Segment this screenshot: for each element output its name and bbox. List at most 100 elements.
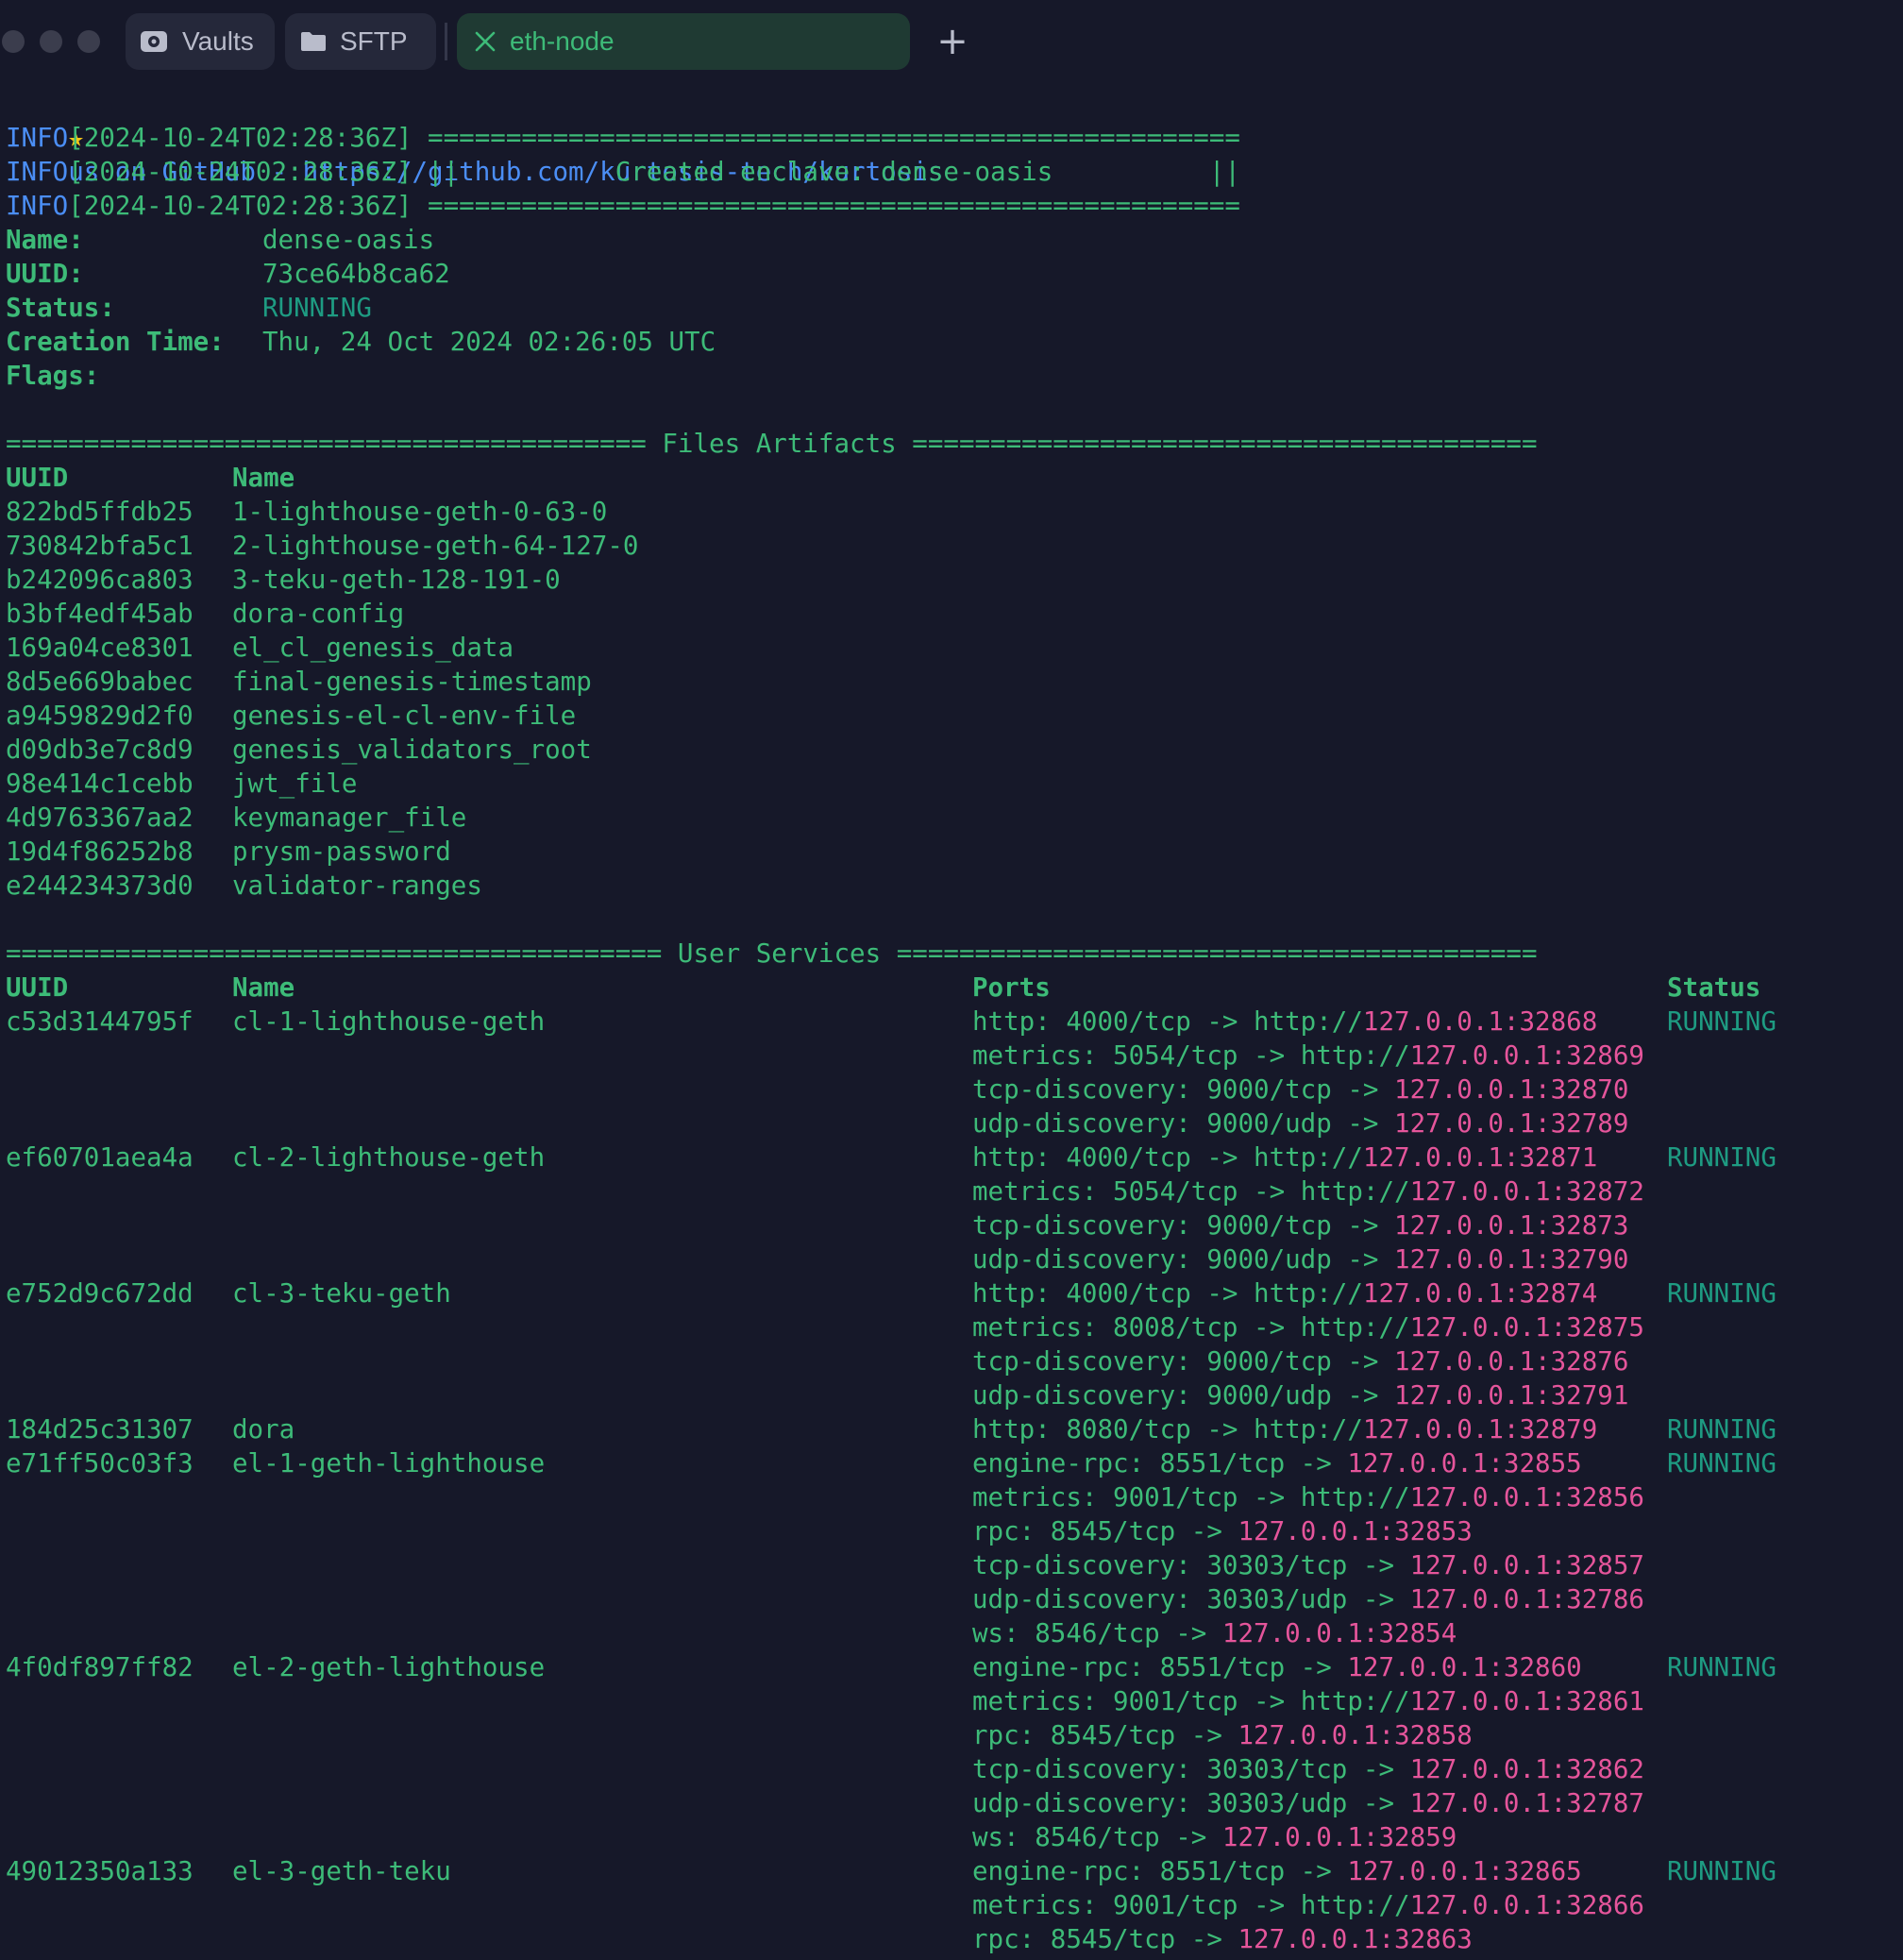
info-text: [2024-10-24T02:28:36Z] =================…: [68, 123, 1240, 153]
field-label: Creation Time:: [6, 327, 225, 357]
url-scheme: http://: [1300, 1312, 1410, 1343]
files-artifacts-header: ========================================…: [6, 429, 1538, 459]
port-mapping: udp-discovery: 30303/udp -> 127.0.0.1:32…: [972, 1582, 1644, 1616]
service-uuid: 49012350a133: [6, 1856, 194, 1886]
tab-bar: Vaults SFTP eth-node +: [0, 0, 1903, 85]
artifact-name: 3-teku-geth-128-191-0: [232, 565, 561, 595]
port-mapping: http: 4000/tcp -> http://127.0.0.1:32871: [972, 1141, 1597, 1174]
service-port-row: metrics: 9001/tcp -> http://127.0.0.1:32…: [6, 1684, 1903, 1718]
port-label: udp-discovery: 30303/udp ->: [972, 1584, 1410, 1614]
port-target: 127.0.0.1:32865: [1347, 1856, 1582, 1886]
tab-vaults[interactable]: Vaults: [126, 13, 275, 70]
column-header-uuid: UUID: [6, 463, 69, 493]
port-target-link[interactable]: 127.0.0.1:32866: [1410, 1890, 1644, 1920]
port-label: http: 8080/tcp ->: [972, 1414, 1255, 1445]
port-label: tcp-discovery: 30303/tcp ->: [972, 1754, 1410, 1784]
port-target-link[interactable]: 127.0.0.1:32874: [1363, 1278, 1597, 1309]
port-target-link[interactable]: 127.0.0.1:32856: [1410, 1482, 1644, 1512]
service-port-row: udp-discovery: 30303/udp -> 127.0.0.1:32…: [6, 1786, 1903, 1820]
service-uuid: e752d9c672dd: [6, 1278, 194, 1309]
service-status: RUNNING: [1667, 1414, 1777, 1445]
enclave-creation-row: Creation Time: Thu, 24 Oct 2024 02:26:05 …: [6, 325, 1903, 359]
artifact-name: el_cl_genesis_data: [232, 633, 514, 663]
port-mapping: tcp-discovery: 30303/tcp -> 127.0.0.1:32…: [972, 1752, 1644, 1786]
port-target: 127.0.0.1:32876: [1394, 1346, 1629, 1377]
port-target-link[interactable]: 127.0.0.1:32861: [1410, 1686, 1644, 1716]
port-label: tcp-discovery: 9000/tcp ->: [972, 1346, 1395, 1377]
port-target: 127.0.0.1:32863: [1238, 1924, 1473, 1954]
column-header-name: Name: [232, 463, 295, 493]
port-target-link[interactable]: 127.0.0.1:32875: [1410, 1312, 1644, 1343]
info-line: INFO[2024-10-24T02:28:36Z] || Created en…: [6, 155, 1903, 189]
service-row: ef60701aea4a cl-2-lighthouse-geth http: 40…: [6, 1141, 1903, 1174]
port-label: rpc: 8545/tcp ->: [972, 1516, 1238, 1546]
tab-eth-node[interactable]: eth-node: [457, 13, 910, 70]
user-services-header: ========================================…: [6, 938, 1538, 969]
port-target: 127.0.0.1:32786: [1409, 1584, 1644, 1614]
column-header-uuid: UUID: [6, 972, 69, 1003]
service-port-row: ws: 8546/tcp -> 127.0.0.1:32854: [6, 1616, 1903, 1650]
port-label: engine-rpc: 8551/tcp ->: [972, 1652, 1348, 1682]
port-mapping: metrics: 9001/tcp -> http://127.0.0.1:32…: [972, 1888, 1644, 1922]
port-target-link[interactable]: 127.0.0.1:32869: [1410, 1040, 1644, 1071]
service-uuid: 184d25c31307: [6, 1414, 194, 1445]
artifact-name: final-genesis-timestamp: [232, 667, 592, 697]
port-target-link[interactable]: 127.0.0.1:32879: [1363, 1414, 1597, 1445]
port-label: rpc: 8545/tcp ->: [972, 1924, 1238, 1954]
port-target: 127.0.0.1:32790: [1394, 1244, 1629, 1275]
port-mapping: rpc: 8545/tcp -> 127.0.0.1:32853: [972, 1514, 1473, 1548]
port-label: engine-rpc: 8551/tcp ->: [972, 1856, 1348, 1886]
service-port-row: tcp-discovery: 30303/tcp -> 127.0.0.1:32…: [6, 1752, 1903, 1786]
tab-sftp[interactable]: SFTP: [285, 13, 436, 70]
service-port-row: rpc: 8545/tcp -> 127.0.0.1:32853: [6, 1514, 1903, 1548]
enclave-status-row: Status: RUNNING: [6, 291, 1903, 325]
service-port-row: metrics: 5054/tcp -> http://127.0.0.1:32…: [6, 1174, 1903, 1208]
service-port-row: tcp-discovery: 9000/tcp -> 127.0.0.1:328…: [6, 1073, 1903, 1107]
enclave-uuid: 73ce64b8ca62: [262, 259, 450, 289]
port-mapping: udp-discovery: 9000/udp -> 127.0.0.1:327…: [972, 1107, 1628, 1141]
port-label: http: 4000/tcp ->: [972, 1142, 1255, 1173]
window-maximize-button[interactable]: [77, 30, 100, 53]
window-minimize-button[interactable]: [40, 30, 62, 53]
port-mapping: engine-rpc: 8551/tcp -> 127.0.0.1:32865: [972, 1854, 1582, 1888]
new-tab-button[interactable]: +: [935, 23, 970, 60]
port-target: 127.0.0.1:32854: [1221, 1618, 1457, 1648]
port-label: metrics: 5054/tcp ->: [972, 1176, 1301, 1207]
close-icon[interactable]: [474, 30, 497, 53]
folder-icon: [300, 30, 327, 53]
port-mapping: ws: 8546/tcp -> 127.0.0.1:32859: [972, 1820, 1457, 1854]
terminal-output[interactable]: ★ us on GitHub - https://github.com/kurt…: [6, 87, 1903, 1956]
port-mapping: metrics: 9001/tcp -> http://127.0.0.1:32…: [972, 1684, 1644, 1718]
port-label: udp-discovery: 9000/udp ->: [972, 1380, 1395, 1411]
service-name: el-2-geth-lighthouse: [232, 1652, 546, 1682]
service-port-row: rpc: 8545/tcp -> 127.0.0.1:32858: [6, 1718, 1903, 1752]
port-label: engine-rpc: 8551/tcp ->: [972, 1448, 1348, 1478]
port-label: http: 4000/tcp ->: [972, 1278, 1255, 1309]
service-port-row: udp-discovery: 30303/udp -> 127.0.0.1:32…: [6, 1582, 1903, 1616]
info-prefix: INFO: [6, 123, 69, 153]
service-uuid: c53d3144795f: [6, 1006, 194, 1037]
url-scheme: http://: [1300, 1176, 1410, 1207]
port-label: udp-discovery: 30303/udp ->: [972, 1788, 1410, 1818]
artifact-name: 2-lighthouse-geth-64-127-0: [232, 531, 639, 561]
service-port-row: rpc: 8545/tcp -> 127.0.0.1:32863: [6, 1922, 1903, 1956]
port-mapping: udp-discovery: 9000/udp -> 127.0.0.1:327…: [972, 1378, 1628, 1412]
port-target: 127.0.0.1:32857: [1409, 1550, 1644, 1580]
port-label: metrics: 9001/tcp ->: [972, 1686, 1301, 1716]
files-artifacts-list: 822bd5ffdb25 1-lighthouse-geth-0-63-0 7308…: [6, 495, 1903, 903]
service-row: 184d25c31307 dora http: 8080/tcp -> http:/…: [6, 1412, 1903, 1446]
service-port-row: udp-discovery: 9000/udp -> 127.0.0.1:327…: [6, 1242, 1903, 1276]
artifact-uuid: 822bd5ffdb25: [6, 497, 194, 527]
port-target-link[interactable]: 127.0.0.1:32871: [1363, 1142, 1597, 1173]
artifact-name: genesis_validators_root: [232, 735, 592, 765]
port-target: 127.0.0.1:32789: [1394, 1108, 1629, 1139]
service-port-row: metrics: 9001/tcp -> http://127.0.0.1:32…: [6, 1480, 1903, 1514]
port-mapping: rpc: 8545/tcp -> 127.0.0.1:32863: [972, 1922, 1473, 1956]
port-target-link[interactable]: 127.0.0.1:32868: [1363, 1006, 1597, 1037]
service-name: el-3-geth-teku: [232, 1856, 451, 1886]
port-target-link[interactable]: 127.0.0.1:32872: [1410, 1176, 1644, 1207]
window-close-button[interactable]: [2, 30, 25, 53]
port-mapping: http: 4000/tcp -> http://127.0.0.1:32868: [972, 1005, 1597, 1039]
artifact-name: keymanager_file: [232, 803, 467, 833]
